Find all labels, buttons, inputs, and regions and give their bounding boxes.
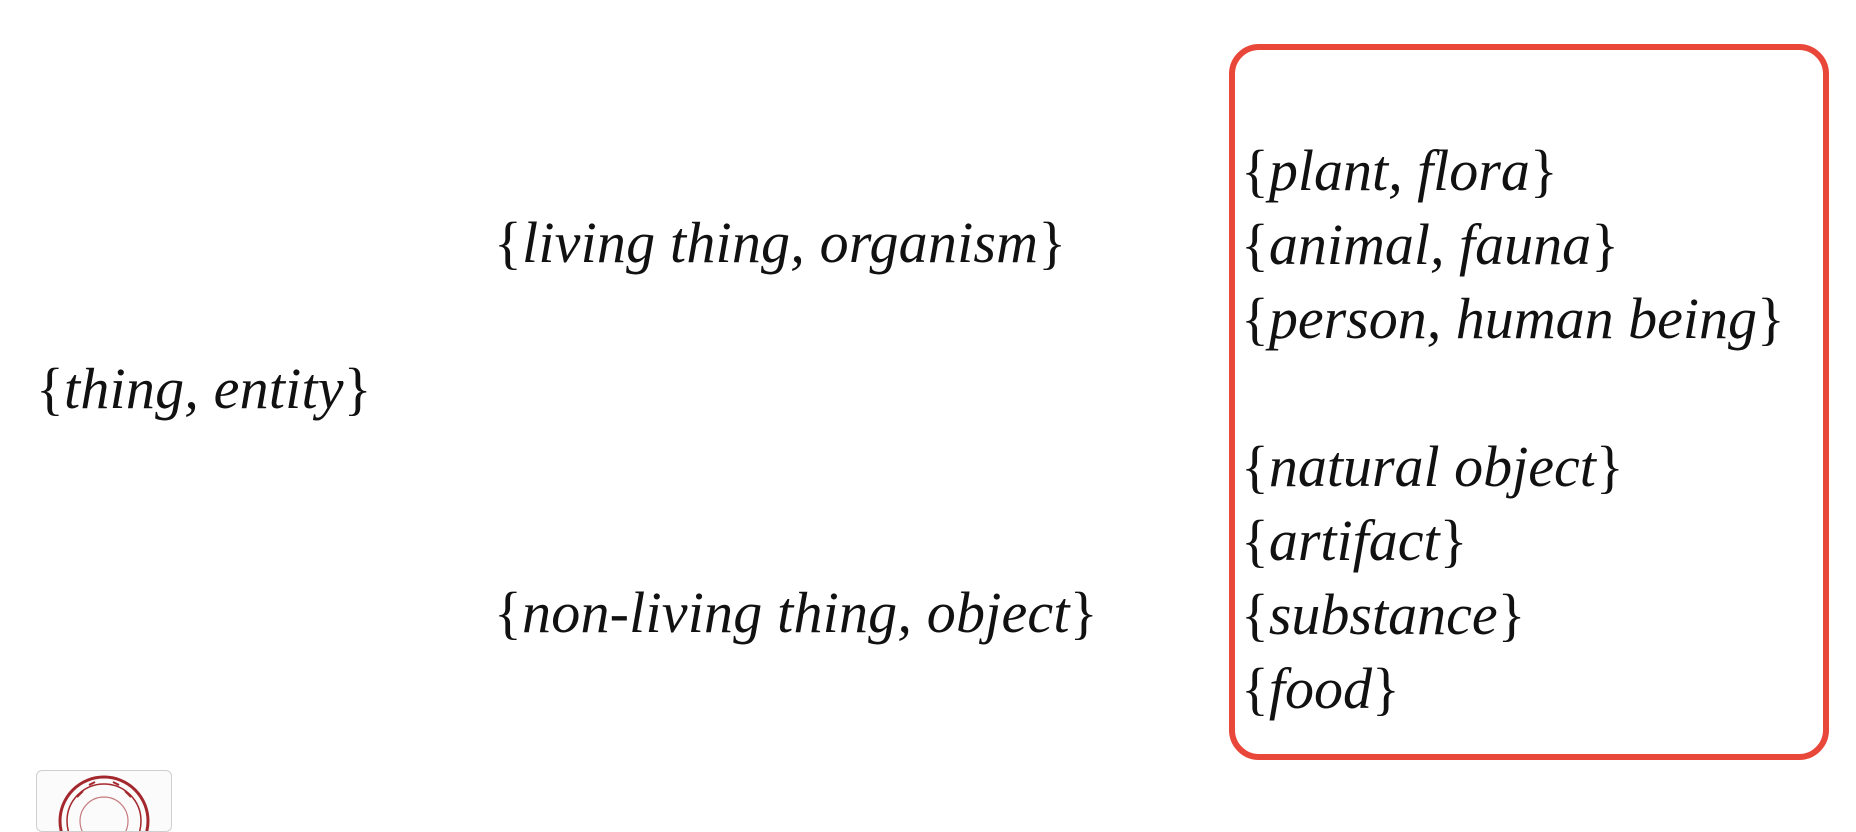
living-thing-synset: {living thing, organism}: [494, 206, 1066, 280]
root-synset-label: thing, entity: [64, 356, 344, 421]
open-brace: {: [36, 356, 65, 421]
leaf-synset-artifact: {artifact}: [1241, 508, 1468, 573]
close-brace: }: [1069, 580, 1098, 645]
root-synset: {thing, entity}: [36, 352, 372, 426]
non-living-thing-synset: {non-living thing, object}: [494, 576, 1098, 650]
leaf-synset-substance: {substance}: [1241, 582, 1526, 647]
leaf-synset-plant: {plant, flora}: [1241, 138, 1558, 203]
leaf-synset-animal: {animal, fauna}: [1241, 212, 1619, 277]
open-brace: {: [494, 210, 523, 275]
non-living-thing-synset-label: non-living thing, object: [522, 580, 1070, 645]
leaf-synset-person: {person, human being}: [1241, 286, 1785, 351]
leaf-synset-list: {plant, flora} {animal, fauna} {person, …: [1241, 134, 1785, 726]
living-thing-synset-label: living thing, organism: [522, 210, 1039, 275]
leaf-synset-food: {food}: [1241, 656, 1400, 721]
close-brace: }: [343, 356, 372, 421]
leaf-synset-natural-object: {natural object}: [1241, 434, 1624, 499]
open-brace: {: [494, 580, 523, 645]
close-brace: }: [1038, 210, 1067, 275]
university-seal-icon: [36, 770, 172, 832]
